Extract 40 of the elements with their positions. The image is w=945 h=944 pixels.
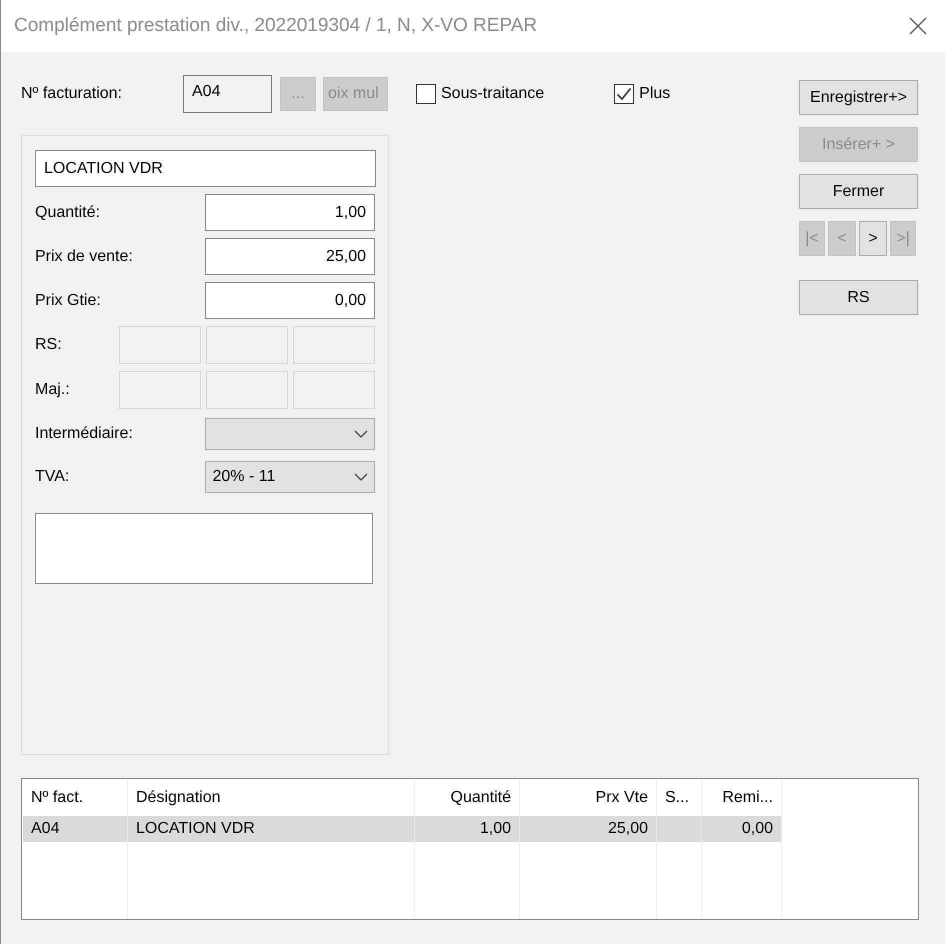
checkbox[interactable] bbox=[416, 84, 436, 104]
dropdown[interactable] bbox=[205, 418, 375, 450]
checkbox-label: Sous-traitance bbox=[441, 85, 544, 103]
notes-field[interactable] bbox=[35, 513, 373, 584]
field-label: Quantité: bbox=[35, 204, 101, 222]
chevron-down-icon bbox=[354, 473, 368, 481]
input-field[interactable] bbox=[119, 326, 201, 364]
input-field[interactable]: 1,00 bbox=[205, 194, 375, 231]
field-label: TVA: bbox=[35, 468, 70, 486]
checkbox[interactable] bbox=[614, 84, 634, 104]
table-cell: A04 bbox=[23, 816, 128, 842]
nav-button[interactable]: > bbox=[859, 221, 887, 256]
designation-field[interactable]: LOCATION VDR bbox=[35, 150, 376, 187]
input-field[interactable]: 0,00 bbox=[205, 282, 375, 319]
table-cell: 25,00 bbox=[520, 816, 656, 842]
field-label: Maj.: bbox=[35, 381, 71, 399]
chevron-down-icon bbox=[354, 430, 368, 438]
input-field[interactable] bbox=[293, 371, 375, 409]
billing-field[interactable]: A04 bbox=[183, 75, 272, 113]
rs-button[interactable]: RS bbox=[799, 280, 918, 315]
field-label: RS: bbox=[35, 336, 63, 354]
table-cell: 0,00 bbox=[702, 816, 782, 842]
field-label: Intermédiaire: bbox=[35, 425, 134, 443]
close-icon[interactable] bbox=[909, 17, 927, 35]
input-field[interactable] bbox=[119, 371, 201, 409]
dropdown[interactable]: 20% - 11 bbox=[205, 461, 375, 493]
action-button[interactable]: Enregistrer+> bbox=[799, 80, 918, 115]
table-cell: 1,00 bbox=[414, 816, 520, 842]
field-label: Nº facturation: bbox=[21, 85, 123, 103]
input-field[interactable] bbox=[206, 371, 288, 409]
field-label: Prix Gtie: bbox=[35, 292, 102, 310]
table-cell: LOCATION VDR bbox=[128, 816, 414, 842]
input-field[interactable]: 25,00 bbox=[205, 238, 375, 275]
window-title: Complément prestation div., 2022019304 / 1, N, X-VO REPAR bbox=[14, 15, 538, 37]
action-button[interactable]: Fermer bbox=[799, 174, 918, 209]
field-label: Prix de vente: bbox=[35, 248, 134, 266]
checkbox-label: Plus bbox=[639, 85, 670, 103]
table-row[interactable]: A04 LOCATION VDR 1,00 25,00 0,00 bbox=[23, 816, 782, 842]
input-field[interactable] bbox=[206, 326, 288, 364]
input-field[interactable] bbox=[293, 326, 375, 364]
